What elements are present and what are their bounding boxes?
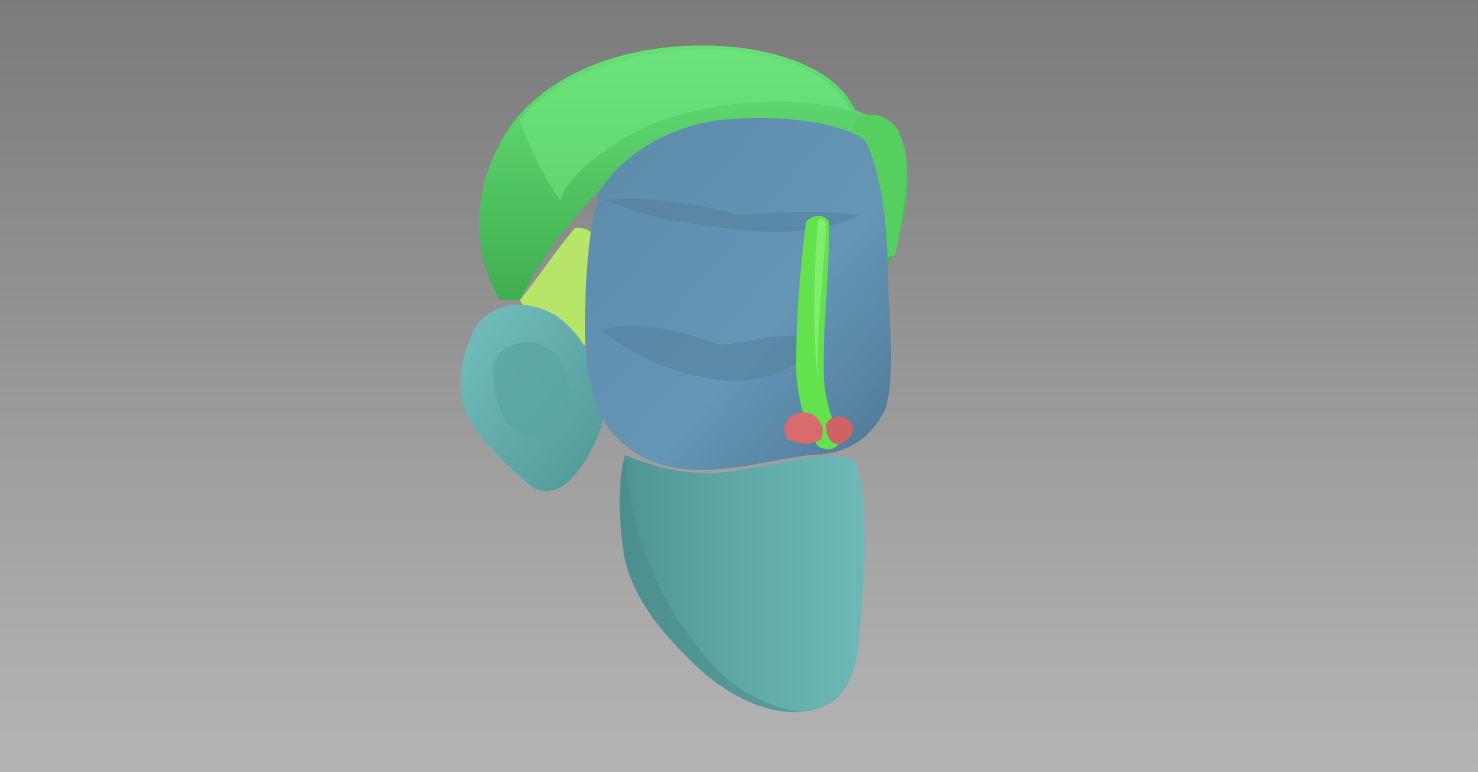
head-model (460, 45, 908, 713)
skull (585, 118, 892, 470)
render-viewport (0, 0, 1478, 772)
